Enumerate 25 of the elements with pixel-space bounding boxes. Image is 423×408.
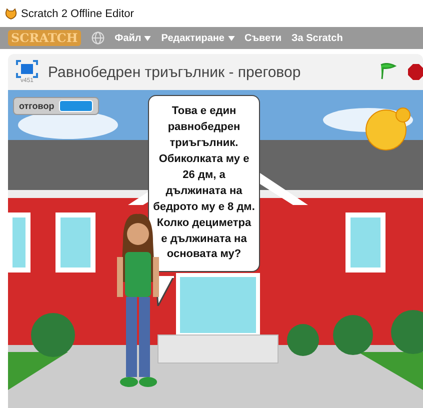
menu-item[interactable]: Редактиране: [161, 32, 234, 44]
window-title: Scratch 2 Offline Editor: [21, 8, 134, 20]
grass-patch: [358, 352, 423, 390]
flag-icon[interactable]: [379, 63, 397, 81]
cat-icon: [5, 8, 17, 20]
stop-icon[interactable]: [407, 63, 423, 81]
window: [346, 212, 386, 272]
variable-name: отговор: [19, 101, 54, 111]
menu-item[interactable]: Файл: [114, 32, 152, 44]
bush: [391, 310, 423, 354]
bush: [31, 313, 75, 357]
fullscreen-icon[interactable]: [16, 60, 38, 78]
menu-item[interactable]: Съвети: [244, 32, 282, 44]
caret-icon: [228, 36, 234, 40]
menu-item[interactable]: За Scratch: [292, 32, 343, 44]
grass-patch: [8, 352, 68, 390]
scratch-logo[interactable]: SCRATCH: [8, 30, 81, 46]
window: [56, 212, 96, 272]
project-title[interactable]: Равнобедрен триъгълник - преговор: [48, 64, 369, 80]
window: [8, 212, 30, 272]
variable-value-field: [59, 100, 94, 112]
caret-icon: [144, 36, 152, 40]
bush: [333, 315, 373, 355]
speech-text: Това е един равнобедрен триъгълник. Обиколката му е 26 дм, а дължината на бедрото му е 8 дм. Колко дециметра е дължината на основата му?: [153, 105, 255, 260]
bush: [287, 324, 319, 356]
